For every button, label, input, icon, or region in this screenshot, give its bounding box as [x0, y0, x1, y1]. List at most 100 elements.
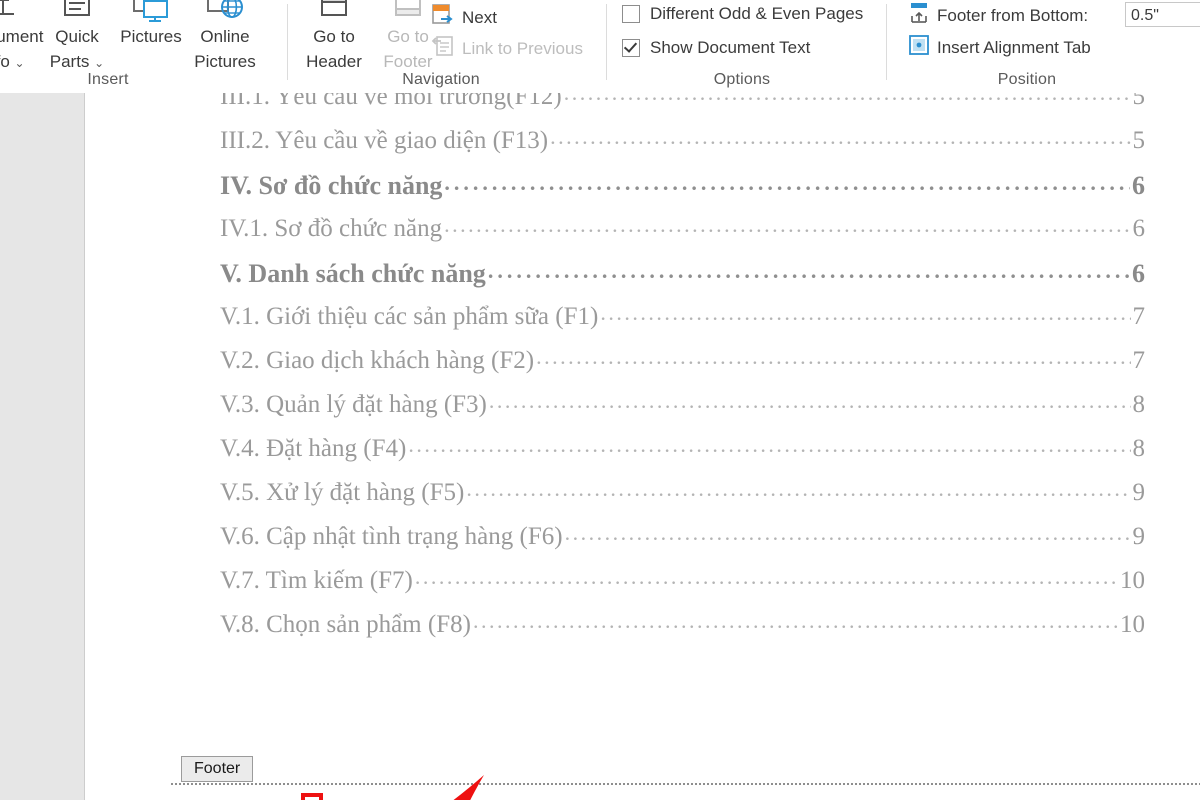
toc-entry-page-number: 8: [1132, 391, 1146, 418]
document-page[interactable]: III.1. Yêu cầu về môi trường(F12).......…: [85, 93, 1200, 800]
document-info-label-line1: Document: [0, 27, 44, 46]
pictures-button[interactable]: Pictures: [114, 0, 188, 49]
toc-leader-dots: ........................................…: [536, 344, 1131, 369]
toc-leader-dots: ........................................…: [564, 93, 1131, 106]
ribbon-divider: [287, 4, 288, 80]
toc-entry-page-number: 6: [1132, 259, 1145, 288]
different-odd-even-pages-label: Different Odd & Even Pages: [650, 4, 864, 23]
document-info-button[interactable]: Document Info ⌄: [0, 0, 44, 76]
toc-entry-label: V.1. Giới thiệu các sản phẩm sữa (F1): [220, 303, 599, 330]
toc-entry-label: V.3. Quản lý đặt hàng (F3): [220, 391, 487, 418]
toc-entry-label: IV. Sơ đồ chức năng: [220, 171, 443, 200]
toc-entry-label: V.7. Tìm kiếm (F7): [220, 567, 413, 594]
toc-leader-dots: ........................................…: [444, 170, 1130, 195]
toc-entry-label: V.5. Xử lý đặt hàng (F5): [220, 479, 465, 506]
ribbon-group-insert: Document Info ⌄ Quick Parts ⌄: [0, 0, 256, 93]
chevron-down-icon[interactable]: ⌄: [94, 56, 104, 70]
toc-leader-dots: ........................................…: [564, 520, 1131, 545]
toc-entry-label: V.4. Đặt hàng (F4): [220, 435, 407, 462]
toc-entry[interactable]: V.2. Giao dịch khách hàng (F2)..........…: [220, 344, 1146, 391]
toc-entry[interactable]: III.2. Yêu cầu về giao diện (F13).......…: [220, 124, 1146, 171]
toc-entry[interactable]: V. Danh sách chức năng..................…: [220, 258, 1145, 303]
document-editing-area[interactable]: III.1. Yêu cầu về môi trường(F12).......…: [0, 93, 1200, 800]
next-section-label: Next: [462, 7, 497, 27]
footer-from-bottom-icon: [908, 2, 930, 29]
toc-leader-dots: ........................................…: [444, 212, 1130, 237]
toc-entry[interactable]: V.6. Cập nhật tình trạng hàng (F6)......…: [220, 520, 1146, 567]
toc-entry-page-number: 5: [1132, 93, 1146, 110]
insert-alignment-tab-icon: [908, 34, 930, 61]
footer-section-tab: Footer: [181, 756, 254, 782]
cursor-highlight-box: [301, 793, 323, 800]
toc-entry[interactable]: V.5. Xử lý đặt hàng (F5)................…: [220, 476, 1146, 523]
chevron-down-icon[interactable]: ⌄: [15, 56, 25, 70]
pictures-icon: [114, 0, 188, 24]
ribbon-group-options: Different Odd & Even Pages Show Document…: [612, 0, 882, 93]
toc-entry-page-number: 10: [1120, 611, 1145, 638]
toc-entry[interactable]: V.8. Chọn sản phẩm (F8).................…: [220, 608, 1145, 655]
toc-entry-label: III.1. Yêu cầu về môi trường(F12): [220, 93, 562, 110]
toc-entry[interactable]: IV. Sơ đồ chức năng.....................…: [220, 170, 1145, 215]
quick-parts-button[interactable]: Quick Parts ⌄: [40, 0, 114, 76]
toc-entry[interactable]: V.3. Quản lý đặt hàng (F3)..............…: [220, 388, 1146, 435]
next-section-button[interactable]: Next: [431, 3, 497, 32]
ribbon-group-label-position: Position: [997, 71, 1057, 88]
online-pictures-button[interactable]: Online Pictures: [188, 0, 262, 74]
ribbon-group-label-options: Options: [713, 71, 771, 88]
toc-entry-page-number: 5: [1132, 127, 1146, 154]
toc-leader-dots: ........................................…: [487, 258, 1130, 283]
show-document-text-checkbox[interactable]: [622, 39, 640, 57]
link-to-previous-button[interactable]: Link to Previous: [431, 34, 583, 63]
toc-leader-dots: ........................................…: [414, 564, 1118, 589]
footer-from-bottom-input[interactable]: 0.5": [1125, 2, 1200, 27]
toc-leader-dots: ........................................…: [466, 476, 1131, 501]
toc-entry-page-number: 9: [1132, 523, 1146, 550]
table-of-contents[interactable]: III.1. Yêu cầu về môi trường(F12).......…: [220, 93, 1145, 655]
toc-entry[interactable]: III.1. Yêu cầu về môi trường(F12).......…: [220, 93, 1145, 127]
pictures-label: Pictures: [120, 27, 182, 46]
ribbon-group-position: Footer from Bottom: 0.5" Insert Alignmen…: [892, 0, 1200, 93]
toc-entry-page-number: 9: [1132, 479, 1146, 506]
toc-entry[interactable]: V.7. Tìm kiếm (F7)......................…: [220, 564, 1145, 611]
toc-entry-page-number: 6: [1132, 215, 1146, 242]
next-section-icon: [431, 3, 455, 32]
go-to-header-icon: [297, 0, 371, 24]
toc-leader-dots: ........................................…: [600, 300, 1130, 325]
go-to-header-label-line1: Go to: [313, 27, 355, 46]
toc-entry-page-number: 7: [1132, 303, 1146, 330]
toc-entry-page-number: 8: [1132, 435, 1146, 462]
online-pictures-label-line2: Pictures: [194, 52, 256, 71]
document-info-icon: [0, 0, 40, 24]
toc-entry[interactable]: IV.1. Sơ đồ chức năng...................…: [220, 212, 1146, 259]
ribbon-group-label-insert: Insert: [87, 71, 129, 88]
insert-alignment-tab-label: Insert Alignment Tab: [937, 37, 1091, 57]
toc-entry[interactable]: V.4. Đặt hàng (F4)......................…: [220, 432, 1146, 479]
toc-entry-page-number: 6: [1132, 171, 1145, 200]
toc-entry-label: IV.1. Sơ đồ chức năng: [220, 215, 443, 242]
go-to-header-button[interactable]: Go to Header: [297, 0, 371, 74]
different-odd-even-pages-checkbox[interactable]: [622, 5, 640, 23]
online-pictures-icon: [188, 0, 262, 24]
toc-entry-label: V.8. Chọn sản phẩm (F8): [220, 611, 471, 638]
toc-entry-label: III.2. Yêu cầu về giao diện (F13): [220, 127, 549, 154]
ribbon-divider: [886, 4, 887, 80]
show-document-text-checkbox-row[interactable]: Show Document Text: [622, 38, 810, 58]
toc-leader-dots: ........................................…: [488, 388, 1131, 413]
toc-entry-label: V.2. Giao dịch khách hàng (F2): [220, 347, 535, 374]
link-to-previous-label: Link to Previous: [462, 38, 583, 58]
toc-entry-label: V.6. Cập nhật tình trạng hàng (F6): [220, 523, 563, 550]
toc-entry-page-number: 7: [1132, 347, 1146, 374]
toc-entry[interactable]: V.1. Giới thiệu các sản phẩm sữa (F1)...…: [220, 300, 1146, 347]
insert-alignment-tab-button[interactable]: Insert Alignment Tab: [908, 34, 1091, 61]
footer-separator-line: [171, 783, 1200, 785]
quick-parts-label-line2: Parts: [49, 52, 90, 71]
quick-parts-label-line1: Quick: [55, 27, 99, 46]
ribbon-header-footer-tools: Document Info ⌄ Quick Parts ⌄: [0, 0, 1200, 94]
ribbon-divider: [606, 4, 607, 80]
left-margin-gutter: [0, 93, 85, 800]
toc-leader-dots: ........................................…: [472, 608, 1118, 633]
different-odd-even-pages-checkbox-row[interactable]: Different Odd & Even Pages: [622, 4, 863, 24]
toc-entry-label: V. Danh sách chức năng: [220, 259, 486, 288]
toc-leader-dots: ........................................…: [408, 432, 1130, 457]
footer-from-bottom-row[interactable]: Footer from Bottom:: [908, 2, 1088, 29]
